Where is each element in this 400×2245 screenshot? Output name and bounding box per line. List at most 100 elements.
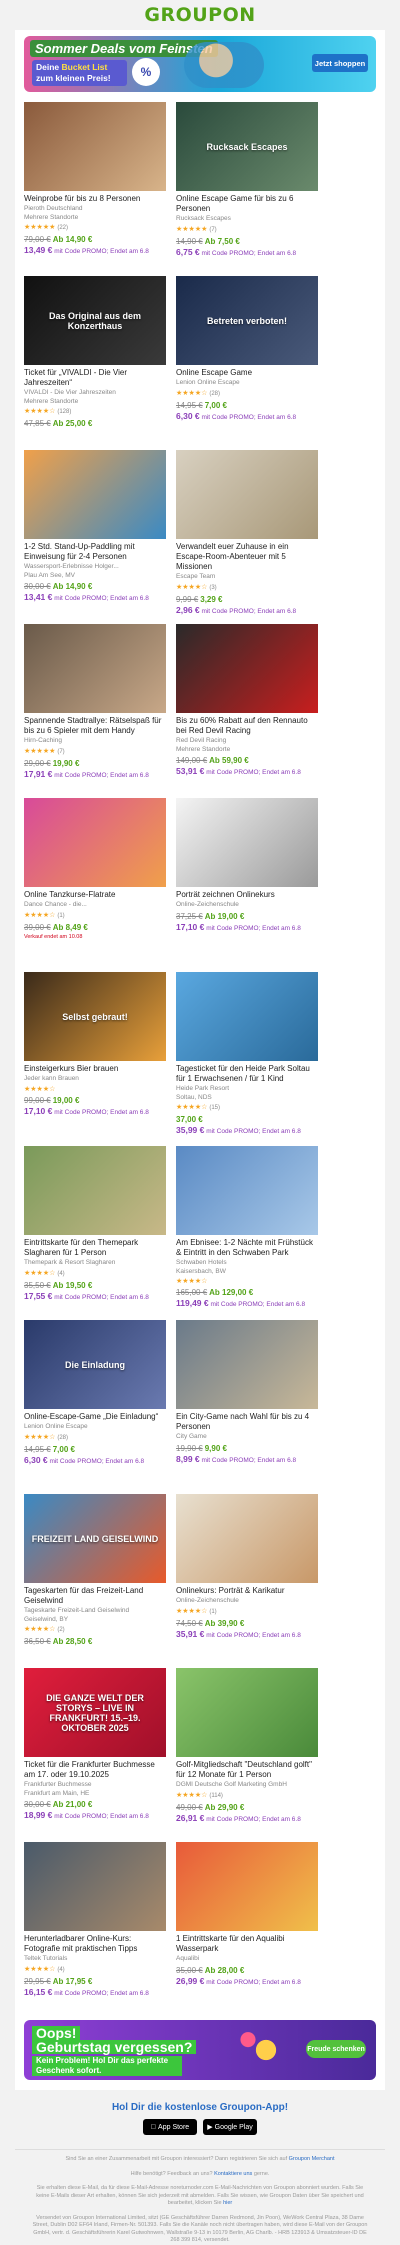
deal-title[interactable]: Verwandelt euer Zuhause in ein Escape-Ro… xyxy=(176,542,318,572)
deal-title[interactable]: 1-2 Std. Stand-Up-Paddling mit Einweisun… xyxy=(24,542,166,562)
deal-merchant: Aqualibi xyxy=(176,1955,200,1962)
waterpark-image[interactable] xyxy=(176,1842,318,1931)
deal-card[interactable]: Eintrittskarte für den Themepark Slaghar… xyxy=(24,1146,166,1320)
rating-stars: ★★★★☆ (4) xyxy=(24,1965,166,1975)
deal-title[interactable]: Ticket für „VIVALDI - Die Vier Jahreszei… xyxy=(24,368,166,388)
deal-title[interactable]: Online-Escape-Game „Die Einladung“ xyxy=(24,1412,166,1422)
promo-price: 16,15 € xyxy=(24,1986,53,1997)
hero-image xyxy=(184,42,264,88)
sale-countdown: Verkauf endet am 10.08 xyxy=(24,933,83,940)
image-caption: Das Original aus dem Konzerthaus xyxy=(48,310,142,331)
deal-location: Kaisersbach, BW xyxy=(176,1267,226,1275)
deal-title[interactable]: Ticket für die Frankfurter Buchmesse am … xyxy=(24,1760,166,1780)
deal-title[interactable]: Tageskarten für das Freizeit-Land Geisel… xyxy=(24,1586,166,1606)
people-wine-image[interactable] xyxy=(24,102,166,191)
deal-card[interactable]: 1 Eintrittskarte für den Aqualibi Wasser… xyxy=(176,1842,318,2016)
deal-card[interactable]: Selbst gebraut! Einsteigerkurs Bier braue… xyxy=(24,972,166,1146)
deal-title[interactable]: Weinprobe für bis zu 8 Personen xyxy=(24,194,166,204)
deal-card[interactable]: DIE GANZE WELT DER STORYS – LIVE IN FRAN… xyxy=(24,1668,166,1842)
deal-card[interactable]: Weinprobe für bis zu 8 Personen Pieroth D… xyxy=(24,102,166,276)
promo-line: 17,10 € mit Code PROMO; Endet am 6.8 xyxy=(176,922,318,934)
rating-count: (28) xyxy=(209,390,221,397)
app-title: Hol Dir die kostenlose Groupon-App! xyxy=(111,2102,289,2113)
photography-image[interactable] xyxy=(24,1842,166,1931)
themepark-image[interactable] xyxy=(24,1146,166,1235)
sup-image[interactable] xyxy=(24,450,166,539)
book-fair-image[interactable]: DIE GANZE WELT DER STORYS – LIVE IN FRAN… xyxy=(24,1668,166,1757)
deal-title[interactable]: Online Escape Game xyxy=(176,368,318,378)
promo-price: 13,49 € xyxy=(24,245,53,255)
merchant-link[interactable]: Groupon Merchant xyxy=(289,2156,335,2162)
deal-card[interactable]: Bis zu 60% Rabatt auf den Rennauto bei R… xyxy=(176,624,318,798)
deal-title[interactable]: Golf-Mitgliedschaft "Deutschland golft" … xyxy=(176,1760,318,1780)
rollercoaster-image[interactable] xyxy=(176,972,318,1061)
beer-image[interactable]: Selbst gebraut! xyxy=(24,972,166,1061)
deal-card[interactable]: 1-2 Std. Stand-Up-Paddling mit Einweisun… xyxy=(24,450,166,624)
deal-title[interactable]: Online Tanzkurse-Flatrate xyxy=(24,890,166,900)
deal-title[interactable]: Online Escape Game für bis zu 6 Personen xyxy=(176,194,318,214)
groupon-logo[interactable]: GROUPON xyxy=(144,4,255,26)
deal-title[interactable]: Onlinekurs: Porträt & Karikatur xyxy=(176,1586,318,1596)
promo-line: 53,91 € mit Code PROMO; Endet am 6.8 xyxy=(176,766,318,778)
deal-title[interactable]: Bis zu 60% Rabatt auf den Rennauto bei R… xyxy=(176,716,318,736)
deal-card[interactable]: FREIZEIT LAND GEISELWIND Tageskarten für … xyxy=(24,1494,166,1668)
sketch-image[interactable] xyxy=(176,798,318,887)
deal-card[interactable]: Spannende Stadtrallye: Rätselspaß für bi… xyxy=(24,624,166,798)
deal-card[interactable]: Betreten verboten! Online Escape Game Leni… xyxy=(176,276,318,450)
deal-title[interactable]: Herunterladbarer Online-Kurs: Fotografie… xyxy=(24,1934,166,1954)
invitation-image[interactable]: Die Einladung xyxy=(24,1320,166,1409)
app-store-label: App Store xyxy=(155,2123,189,2131)
privacy-link[interactable]: hier xyxy=(223,2200,232,2206)
caricature-image[interactable] xyxy=(176,1494,318,1583)
deal-title[interactable]: Eintrittskarte für den Themepark Slaghar… xyxy=(24,1238,166,1258)
deal-card[interactable]: Onlinekurs: Porträt & Karikatur Online-Ze… xyxy=(176,1494,318,1668)
original-price: 30,00 € xyxy=(24,582,51,591)
deal-card[interactable]: Porträt zeichnen Onlinekurs Online-Zeiche… xyxy=(176,798,318,972)
promo-code-text: mit Code PROMO; Endet am 6.8 xyxy=(54,1989,149,1997)
deal-price: Ab 129,00 € xyxy=(209,1288,254,1297)
hotel-image[interactable] xyxy=(176,1146,318,1235)
deal-card[interactable]: Ein City-Game nach Wahl für bis zu 4 Per… xyxy=(176,1320,318,1494)
escape-room-image[interactable]: Rucksack Escapes xyxy=(176,102,318,191)
race-car-image[interactable] xyxy=(176,624,318,713)
promo-code-text: mit Code PROMO; Endet am 6.8 xyxy=(210,1301,306,1308)
price-line: 29,00 €19,90 € xyxy=(24,758,166,769)
dance-image[interactable] xyxy=(24,798,166,887)
app-store-button[interactable]: App Store xyxy=(143,2119,197,2135)
rating-count: (22) xyxy=(57,225,69,231)
deal-card[interactable]: Am Ebnisee: 1-2 Nächte mit Frühstück & E… xyxy=(176,1146,318,1320)
deal-title[interactable]: Spannende Stadtrallye: Rätselspaß für bi… xyxy=(24,716,166,736)
deal-card[interactable]: Verwandelt euer Zuhause in ein Escape-Ro… xyxy=(176,450,318,624)
city-game-image[interactable] xyxy=(176,1320,318,1409)
gift-button[interactable]: Freude schenken xyxy=(306,2040,366,2058)
deal-title[interactable]: Tagesticket für den Heide Park Soltau fü… xyxy=(176,1064,318,1084)
deal-title[interactable]: 1 Eintrittskarte für den Aqualibi Wasser… xyxy=(176,1934,318,1954)
shop-now-button[interactable]: Jetzt shoppen xyxy=(312,54,368,72)
city-rally-image[interactable] xyxy=(24,624,166,713)
deal-card[interactable]: Das Original aus dem Konzerthaus Ticket f… xyxy=(24,276,166,450)
sign-image[interactable]: Betreten verboten! xyxy=(176,276,318,365)
deal-card[interactable]: Tagesticket für den Heide Park Soltau fü… xyxy=(176,972,318,1146)
deal-title[interactable]: Am Ebnisee: 1-2 Nächte mit Frühstück & E… xyxy=(176,1238,318,1258)
notes-image[interactable] xyxy=(176,450,318,539)
deal-card[interactable]: Online Tanzkurse-Flatrate Dance Chance - … xyxy=(24,798,166,972)
image-caption: Die Einladung xyxy=(64,1359,125,1370)
deal-merchant: Jeder kann Brauen xyxy=(24,1075,79,1082)
deal-title[interactable]: Porträt zeichnen Onlinekurs xyxy=(176,890,318,900)
birthday-banner[interactable]: Oops! Geburtstag vergessen? Kein Problem… xyxy=(24,2020,376,2080)
deal-card[interactable]: Die Einladung Online-Escape-Game „Die Ein… xyxy=(24,1320,166,1494)
hero-banner[interactable]: Sommer Deals vom Feinsten Deine Bucket L… xyxy=(24,36,376,92)
deal-card[interactable]: Herunterladbarer Online-Kurs: Fotografie… xyxy=(24,1842,166,2016)
rating-count: (4) xyxy=(57,1966,65,1973)
deal-card[interactable]: Rucksack Escapes Online Escape Game für b… xyxy=(176,102,318,276)
orchestra-image[interactable]: Das Original aus dem Konzerthaus xyxy=(24,276,166,365)
google-play-button[interactable]: ▶ Google Play xyxy=(203,2119,257,2135)
deal-merchant: Tageskarte Freizeit-Land Geiselwind xyxy=(24,1607,130,1614)
deal-title[interactable]: Einsteigerkurs Bier brauen xyxy=(24,1064,166,1074)
promo-code-text: mit Code PROMO; Endet am 6.8 xyxy=(201,249,297,257)
original-price: 14,90 € xyxy=(176,236,203,246)
freizeit-image[interactable]: FREIZEIT LAND GEISELWIND xyxy=(24,1494,166,1583)
golf-image[interactable] xyxy=(176,1668,318,1757)
deal-card[interactable]: Golf-Mitgliedschaft "Deutschland golft" … xyxy=(176,1668,318,1842)
deal-title[interactable]: Ein City-Game nach Wahl für bis zu 4 Per… xyxy=(176,1412,318,1432)
